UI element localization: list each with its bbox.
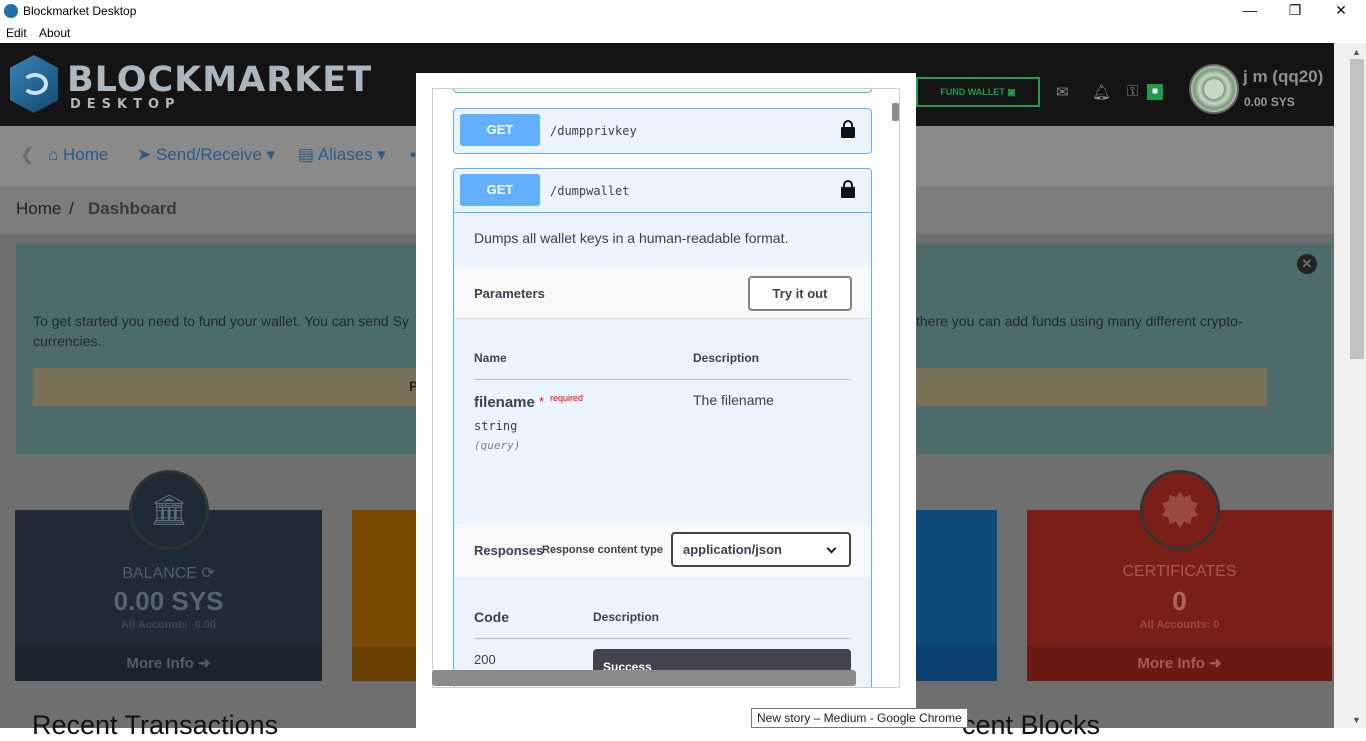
certificates-card-title: CERTIFICATES [1122, 563, 1237, 580]
orange-card-footer[interactable] [352, 646, 416, 681]
username[interactable]: j m (qq20) [1243, 67, 1323, 87]
fund-wallet-button[interactable]: FUND WALLET ▣ [916, 77, 1040, 107]
col-description: Description [693, 351, 760, 365]
fund-wallet-label: FUND WALLET [940, 87, 1005, 97]
col-name: Name [474, 351, 507, 365]
nav-aliases-label: Aliases [317, 145, 373, 164]
bank-icon: 🏛︎ [129, 470, 209, 550]
logo-subtext: DESKTOP [70, 97, 181, 112]
swagger-hscroll-thumb[interactable] [432, 670, 856, 686]
logo-swirl-icon [22, 73, 48, 95]
locked-badge-icon: ■ [1147, 84, 1163, 100]
method-badge: GET [460, 114, 540, 146]
recent-blocks-title: cent Blocks [962, 710, 1101, 740]
swagger-vscroll-thumb[interactable] [892, 103, 899, 121]
param-description: The filename [693, 392, 774, 408]
recent-transactions-title: Recent Transactions [32, 710, 279, 740]
operation-dumpprivkey[interactable]: GET /dumpprivkey [453, 108, 872, 154]
alert-close-icon[interactable]: ✕ [1297, 254, 1317, 274]
param-required: required [550, 393, 584, 403]
window-scroll-thumb[interactable] [1350, 59, 1364, 359]
operation-path: /dumpprivkey [550, 124, 637, 138]
menu-edit[interactable]: Edit [6, 26, 27, 40]
chevron-down-icon [826, 543, 837, 554]
param-name: filename [474, 394, 535, 411]
responses-divider [474, 638, 851, 639]
lock-icon[interactable] [841, 180, 855, 198]
operation-summary[interactable]: GET /dumpwallet [454, 169, 871, 213]
envelope-icon[interactable]: ✉ [1056, 83, 1069, 101]
lock-icon[interactable] [841, 120, 855, 138]
blue-card-footer[interactable] [916, 646, 997, 681]
try-it-out-button[interactable]: Try it out [748, 276, 852, 311]
taskbar-tooltip: New story – Medium - Google Chrome [751, 708, 968, 728]
id-card-icon: ▤ [298, 145, 315, 164]
operation-dumpwallet: GET /dumpwallet Dumps all wallet keys in… [453, 168, 872, 687]
window-scrollbar[interactable]: ▲ ▼ [1334, 43, 1366, 728]
nav-back-icon[interactable]: ❮ [20, 145, 34, 165]
balance-more-info[interactable]: More Info ➜ [15, 646, 322, 681]
nav-send-receive[interactable]: ➤ Send/Receive ▾ [137, 145, 275, 165]
nav-home[interactable]: ⌂ Home [48, 145, 108, 165]
balance-card-title: BALANCE ⟳ [122, 565, 215, 582]
operation-description: Dumps all wallet keys in a human-readabl… [474, 230, 789, 246]
lock-icon[interactable]: ⚿ [1127, 83, 1138, 100]
balance-card-sub: All Accounts: 0.00 [121, 619, 216, 631]
menu-about[interactable]: About [39, 26, 70, 40]
balance-card-value: 0.00 SYS [113, 586, 224, 616]
breadcrumb-current: Dashboard [88, 199, 177, 218]
response-content-type-select[interactable]: application/json [671, 532, 851, 567]
menu-bar: Edit About [0, 23, 1366, 43]
orange-card [352, 510, 416, 681]
refresh-icon[interactable]: ⟳ [201, 565, 214, 582]
scroll-up-icon[interactable]: ▲ [1352, 47, 1361, 57]
response-content-type-label: Response content type [542, 544, 664, 556]
breadcrumb-home[interactable]: Home [16, 199, 61, 219]
operation-path: /dumpwallet [550, 184, 630, 198]
nav-send-receive-label: Send/Receive [155, 145, 262, 164]
param-in: (query) [474, 439, 521, 452]
bell-icon[interactable]: 🔔︎ [1092, 83, 1111, 101]
home-icon: ⌂ [48, 145, 59, 164]
param-type: string [474, 419, 518, 433]
scroll-down-icon[interactable]: ▼ [1352, 715, 1361, 725]
nav-aliases[interactable]: ▤ Aliases ▾ [298, 145, 386, 165]
method-badge: GET [460, 174, 540, 206]
logo-text: BLOCKMARKET [67, 60, 373, 100]
app-logo-icon [4, 4, 18, 18]
previous-operation [453, 89, 872, 93]
close-window-button[interactable]: ✕ [1331, 2, 1351, 20]
paper-plane-icon: ➤ [137, 145, 152, 164]
blue-card [916, 510, 997, 681]
breadcrumb-separator: / [69, 199, 74, 218]
table-divider [474, 379, 851, 380]
certificates-card-value: 0 [1172, 586, 1187, 616]
window-titlebar: Blockmarket Desktop — ❐ ✕ [0, 0, 1366, 23]
window-title: Blockmarket Desktop [23, 4, 137, 18]
alert-text-right: there you can add funds using many diffe… [916, 313, 1243, 329]
col-response-description: Description [593, 610, 660, 624]
certificates-card-sub: All Accounts: 0 [1139, 619, 1220, 631]
param-required-star: * [539, 394, 545, 409]
col-code: Code [474, 609, 509, 625]
response-code: 200 [474, 652, 496, 667]
minimize-button[interactable]: — [1240, 2, 1260, 20]
alert-text-left: To get started you need to fund your wal… [33, 313, 409, 349]
parameters-label: Parameters [474, 286, 545, 301]
select-value: application/json [683, 542, 782, 557]
header-balance: 0.00 SYS [1244, 95, 1295, 109]
avatar[interactable] [1189, 64, 1239, 114]
certificate-seal-icon [1140, 470, 1220, 550]
certificates-more-info[interactable]: More Info ➜ [1027, 646, 1332, 681]
swagger-panel: GET /dumpprivkey GET /dumpwallet Dumps a… [432, 88, 900, 688]
restore-button[interactable]: ❐ [1285, 2, 1305, 20]
responses-label: Responses [474, 543, 544, 558]
nav-home-label: Home [63, 145, 109, 164]
